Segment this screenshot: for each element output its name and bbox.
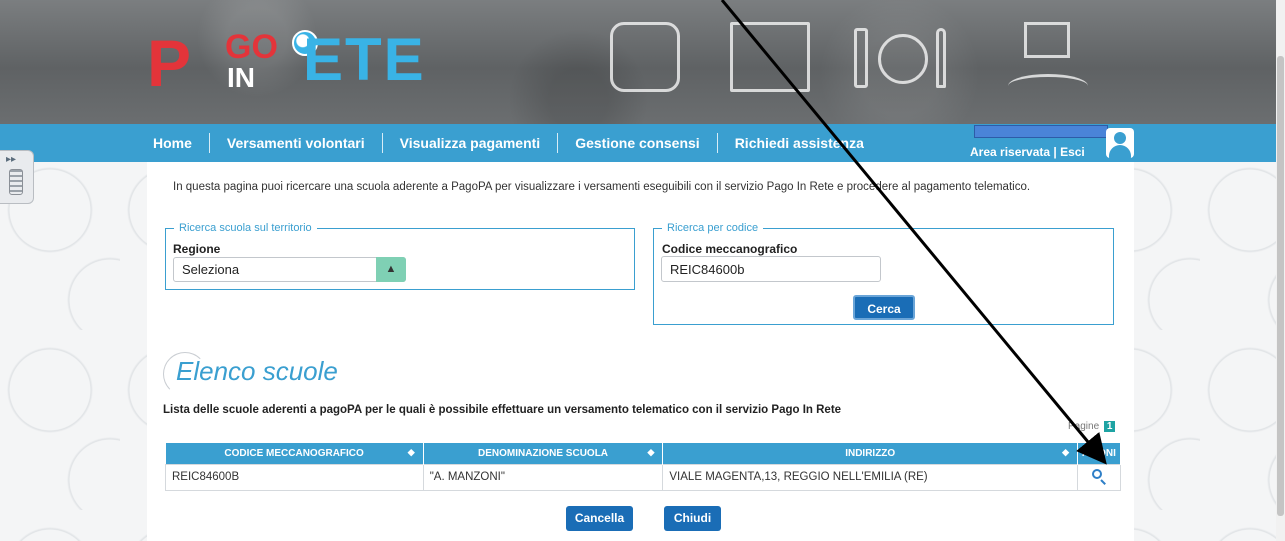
code-label: Codice meccanografico [662, 242, 798, 256]
search-icon[interactable] [1091, 468, 1107, 485]
region-select[interactable]: Seleziona [173, 257, 406, 282]
region-search-legend: Ricerca scuola sul territorio [179, 222, 312, 234]
cell-denominazione: "A. MANZONI" [422, 463, 664, 491]
page-intro-text: In questa pagina puoi ricercare una scuo… [173, 181, 1031, 193]
sort-icon: ◆ [1062, 447, 1069, 457]
scrollbar-thumb[interactable] [1277, 56, 1284, 516]
drag-handle-icon [9, 169, 23, 195]
pagination: Pagine 1 [1068, 421, 1116, 432]
cell-azioni [1077, 463, 1121, 491]
results-description: Lista delle scuole aderenti a pagoPA per… [163, 404, 842, 416]
logo-rete-text: ETE [303, 26, 426, 93]
museum-icon [1008, 22, 1088, 92]
column-header-denominazione[interactable]: DENOMINAZIONE SCUOLA ◆ [423, 443, 664, 464]
sort-icon: ◆ [647, 447, 655, 457]
code-search-legend: Ricerca per codice [667, 222, 759, 234]
pager-label: Pagine [1068, 421, 1100, 432]
table-header-row: CODICE MECCANOGRAFICO ◆ DENOMINAZIONE SCU… [165, 443, 1121, 464]
nav-richiedi-assistenza[interactable]: Richiedi assistenza [716, 133, 881, 153]
school-bus-icon [610, 22, 680, 92]
side-panel-toggle[interactable]: ▸▸ [0, 150, 34, 204]
header-banner: P GO IN ETE [0, 0, 1285, 124]
select-updown-icon[interactable]: ▲ [376, 257, 406, 282]
nav-visualizza-pagamenti[interactable]: Visualizza pagamenti [381, 133, 558, 153]
cell-codice: REIC84600B [165, 463, 424, 491]
redacted-username [974, 125, 1108, 138]
cerca-button[interactable]: Cerca [853, 295, 915, 320]
table-row: REIC84600B "A. MANZONI" VIALE MAGENTA,13… [165, 463, 1121, 491]
nav-versamenti-volontari[interactable]: Versamenti volontari [208, 133, 382, 153]
vertical-scrollbar[interactable] [1276, 0, 1285, 541]
codice-meccanografico-input[interactable] [661, 256, 881, 282]
pago-in-rete-logo[interactable]: P GO IN [147, 22, 297, 102]
chiudi-button[interactable]: Chiudi [664, 506, 721, 531]
double-chevron-right-icon: ▸▸ [6, 154, 17, 165]
user-avatar-icon[interactable] [1106, 128, 1134, 158]
column-header-indirizzo[interactable]: INDIRIZZO ◆ [662, 443, 1078, 464]
page-number-button[interactable]: 1 [1103, 421, 1116, 432]
region-label: Regione [173, 242, 221, 256]
results-title: Elenco scuole [176, 356, 338, 386]
area-riservata-link[interactable]: Area riservata | Esci [970, 145, 1085, 159]
sort-icon: ◆ [407, 447, 415, 457]
cell-indirizzo: VIALE MAGENTA,13, REGGIO NELL'EMILIA (RE… [662, 463, 1078, 491]
cancella-button[interactable]: Cancella [566, 506, 633, 531]
nav-home[interactable]: Home [153, 133, 209, 153]
column-header-codice[interactable]: CODICE MECCANOGRAFICO ◆ [165, 443, 424, 464]
schools-table: CODICE MECCANOGRAFICO ◆ DENOMINAZIONE SCU… [165, 443, 1121, 491]
column-header-azioni: AZIONI [1077, 443, 1121, 464]
school-building-icon [730, 22, 810, 92]
nav-gestione-consensi[interactable]: Gestione consensi [557, 133, 716, 153]
cutlery-icon [850, 22, 950, 92]
